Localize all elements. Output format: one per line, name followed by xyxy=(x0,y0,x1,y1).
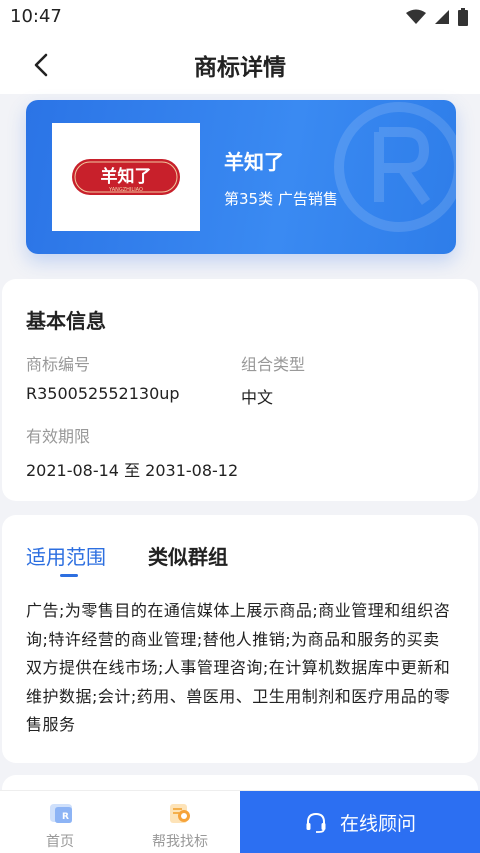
svg-text:R: R xyxy=(62,812,69,822)
combination-type-label: 组合类型 xyxy=(241,355,306,374)
status-bar: 10:47 xyxy=(0,0,480,34)
trademark-logo: 羊知了 YANGZHILIAO xyxy=(52,123,200,231)
trademark-class: 第35类 广告销售 xyxy=(224,190,338,208)
status-time: 10:47 xyxy=(10,6,62,27)
bottom-nav: R 首页 帮我找标 在线顾问 xyxy=(0,790,480,853)
trademark-card: 羊知了 YANGZHILIAO 羊知了 第35类 广告销售 xyxy=(26,100,456,254)
nav-help-find[interactable]: 帮我找标 xyxy=(120,791,240,853)
validity-period-value: 2021-08-14 至 2031-08-12 xyxy=(26,461,239,480)
scope-line: 售服务 xyxy=(26,715,76,734)
nav-help-find-label: 帮我找标 xyxy=(152,834,208,850)
scope-line: 维护数据;会计;药用、兽医用、卫生用制剂和医疗用品的零 xyxy=(26,686,451,706)
basic-info-title: 基本信息 xyxy=(26,309,106,333)
online-consultant-label: 在线顾问 xyxy=(339,813,416,835)
online-consultant-button[interactable]: 在线顾问 xyxy=(240,791,480,853)
basic-info-card: 基本信息 商标编号 R350052552130up 组合类型 中文 有效期限 2… xyxy=(2,279,478,501)
wifi-icon xyxy=(406,9,426,24)
active-tab-indicator xyxy=(60,574,78,577)
nav-home-label: 首页 xyxy=(46,834,74,850)
tab-similar-groups[interactable]: 类似群组 xyxy=(148,541,228,570)
page-title: 商标详情 xyxy=(194,55,286,81)
battery-icon xyxy=(458,8,468,26)
registration-number-label: 商标编号 xyxy=(26,355,91,374)
logo-text: 羊知了 xyxy=(101,166,152,187)
find-trademark-icon xyxy=(170,804,190,823)
tab-scope[interactable]: 适用范围 xyxy=(26,541,106,570)
nav-home[interactable]: R 首页 xyxy=(0,791,120,853)
scope-line: 询;特许经营的商业管理;替他人推销;为商品和服务的买卖 xyxy=(26,629,440,649)
home-icon: R xyxy=(50,804,72,823)
registered-mark-icon xyxy=(334,102,456,232)
validity-period-label: 有效期限 xyxy=(26,427,91,446)
scope-line: 广告;为零售目的在通信媒体上展示商品;商业管理和组织咨 xyxy=(26,601,451,620)
headset-icon xyxy=(306,812,326,833)
scope-description: 广告;为零售目的在通信媒体上展示商品;商业管理和组织咨 询;特许经营的商业管理;… xyxy=(26,597,456,740)
combination-type-value: 中文 xyxy=(241,388,274,407)
registration-number-value: R350052552130up xyxy=(26,384,180,403)
signal-icon xyxy=(435,10,449,24)
scope-card: 适用范围 类似群组 广告;为零售目的在通信媒体上展示商品;商业管理和组织咨 询;… xyxy=(2,515,478,763)
nav-bar: 商标详情 xyxy=(0,34,480,94)
logo-subtext: YANGZHILIAO xyxy=(108,187,143,193)
trademark-name: 羊知了 xyxy=(224,150,284,174)
scope-line: 双方提供在线市场;人事管理咨询;在计算机数据库中更新和 xyxy=(26,658,451,677)
status-icons xyxy=(406,8,468,26)
